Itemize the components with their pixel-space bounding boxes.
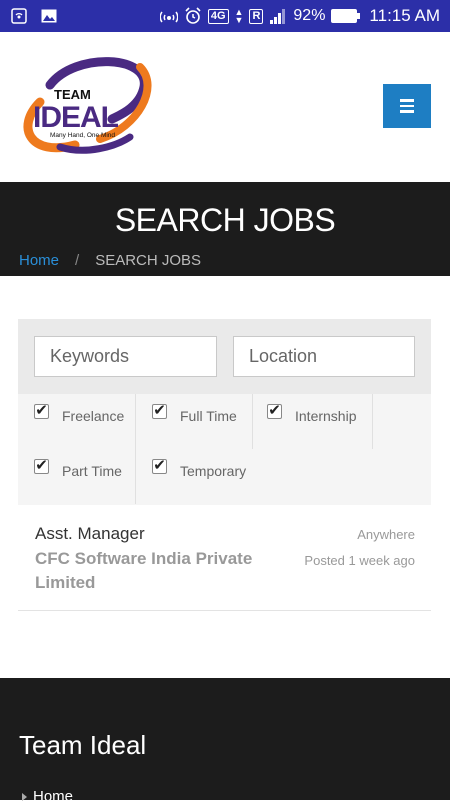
menu-icon-bar: [400, 99, 414, 102]
search-fields-row: Keywords Location: [18, 319, 431, 394]
filter-label: Part Time: [62, 463, 122, 479]
filter-label: Internship: [295, 408, 357, 424]
job-type-filters: Freelance Full Time Internship Part Time…: [18, 394, 431, 505]
logo-team-text: TEAM: [54, 87, 91, 102]
freelance-checkbox[interactable]: [34, 404, 49, 419]
menu-icon-bar: [400, 110, 414, 113]
breadcrumb-home-link[interactable]: Home: [19, 252, 59, 269]
location-input[interactable]: Location: [233, 336, 415, 377]
caret-right-icon: [22, 792, 27, 801]
logo-ideal-text: IDEAL: [33, 101, 119, 134]
job-company: CFC Software India Private Limited: [35, 549, 253, 592]
breadcrumb: Home / SEARCH JOBS: [19, 252, 201, 269]
team-ideal-logo[interactable]: TEAM IDEAL Many Hand, One Mind: [20, 57, 152, 157]
internship-checkbox[interactable]: [267, 404, 282, 419]
filter-label: Full Time: [180, 408, 237, 424]
temporary-checkbox[interactable]: [152, 459, 167, 474]
job-search-panel: Keywords Location Freelance Full Time In…: [18, 319, 431, 505]
site-footer: Team Ideal Home: [0, 678, 450, 805]
network-type-badge: 4G: [207, 8, 229, 24]
job-posted-date: Posted 1 week ago: [304, 553, 415, 568]
battery-icon: [331, 9, 361, 23]
footer-home-label: Home: [33, 788, 74, 805]
full-time-checkbox[interactable]: [152, 404, 167, 419]
roaming-badge: R: [249, 8, 264, 24]
logo-tagline: Many Hand, One Mind: [50, 132, 115, 139]
signal-icon: [269, 8, 287, 24]
filter-label: Temporary: [180, 463, 247, 479]
data-arrows-icon: ▲ ▼: [234, 7, 244, 25]
hotspot-icon: [10, 8, 28, 24]
breadcrumb-current: SEARCH JOBS: [95, 252, 202, 269]
job-location: Anywhere: [357, 527, 415, 542]
battery-percent: 92%: [293, 7, 326, 24]
status-bar: 4G ▲ ▼ R 92% 11:15 AM: [0, 0, 450, 32]
page-banner: SEARCH JOBS Home / SEARCH JOBS: [0, 182, 450, 276]
wireless-icon: [159, 8, 178, 24]
filter-internship[interactable]: Internship: [253, 394, 373, 449]
footer-home-link[interactable]: Home: [22, 788, 73, 805]
job-title[interactable]: Asst. Manager: [35, 524, 145, 544]
job-listing[interactable]: Asst. Manager CFC Software India Private…: [18, 505, 431, 611]
alarm-icon: [184, 7, 202, 24]
clock: 11:15 AM: [369, 6, 440, 25]
hamburger-menu-button[interactable]: [383, 84, 431, 128]
footer-title: Team Ideal: [19, 730, 147, 760]
filter-temporary[interactable]: Temporary: [136, 449, 253, 504]
filter-freelance[interactable]: Freelance: [18, 394, 136, 449]
page-title: SEARCH JOBS: [114, 202, 336, 238]
part-time-checkbox[interactable]: [34, 459, 49, 474]
keywords-input[interactable]: Keywords: [34, 336, 217, 377]
menu-icon-bar: [400, 104, 414, 108]
filter-part-time[interactable]: Part Time: [18, 449, 136, 504]
filter-full-time[interactable]: Full Time: [136, 394, 253, 449]
breadcrumb-separator: /: [75, 252, 80, 269]
site-header: TEAM IDEAL Many Hand, One Mind: [0, 32, 450, 182]
image-icon: [40, 8, 58, 24]
filter-label: Freelance: [62, 408, 125, 424]
